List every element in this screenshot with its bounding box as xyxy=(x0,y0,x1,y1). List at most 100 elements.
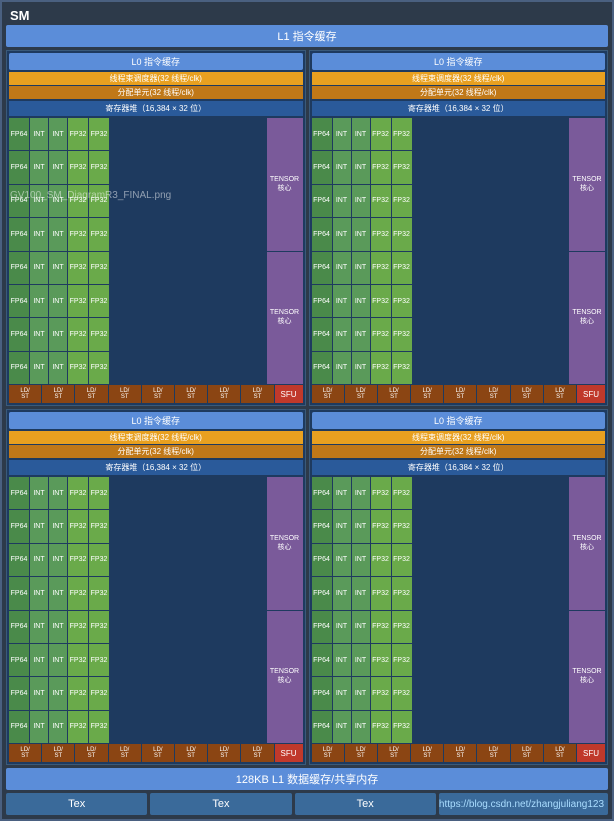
q3-tensor-1: TENSOR核心 xyxy=(267,477,303,610)
ldst-cell: LD/ST xyxy=(42,385,74,403)
fp64-cell: FP64 xyxy=(9,285,29,317)
int-cell: INT xyxy=(30,118,48,150)
sm-title: SM xyxy=(6,6,608,25)
fp32-cell: FP32 xyxy=(89,318,109,350)
q3-dispatch: 分配单元(32 线程/clk) xyxy=(9,445,303,458)
q1-row-5: FP64 INT INT FP32 FP32 xyxy=(9,252,266,284)
int-cell: INT xyxy=(49,118,67,150)
fp64-cell: FP64 xyxy=(9,352,29,384)
int-cell: INT xyxy=(30,252,48,284)
fp64-cell: FP64 xyxy=(9,318,29,350)
fp32-cell: FP32 xyxy=(89,218,109,250)
int-cell: INT xyxy=(30,185,48,217)
fp32-cell: FP32 xyxy=(89,151,109,183)
q3-warp-scheduler: 线程束调度器(32 线程/clk) xyxy=(9,431,303,444)
int-cell: INT xyxy=(30,318,48,350)
q1-row-8: FP64 INT INT FP32 FP32 xyxy=(9,352,266,384)
int-cell: INT xyxy=(49,285,67,317)
q1-register-file: 寄存器堆（16,384 × 32 位） xyxy=(9,101,303,116)
q4-warp-scheduler: 线程束调度器(32 线程/clk) xyxy=(312,431,606,444)
int-cell: INT xyxy=(49,185,67,217)
fp32-cell: FP32 xyxy=(68,118,88,150)
q3-register-file: 寄存器堆（16,384 × 32 位） xyxy=(9,460,303,475)
int-cell: INT xyxy=(49,151,67,183)
q2-compute-area: FP64 INT INT FP32 FP32 FP64 INT INT FP32… xyxy=(312,118,606,403)
q4-compute-area: FP64 INT INT FP32 FP32 FP64 INT INT FP32… xyxy=(312,477,606,762)
fp32-cell: FP32 xyxy=(89,118,109,150)
fp32-cell: FP32 xyxy=(68,218,88,250)
tex-bar-3: Tex xyxy=(295,793,436,815)
tex-bar-row: Tex Tex Tex https://blog.csdn.net/zhangj… xyxy=(6,793,608,815)
q4-tensor-1: TENSOR核心 xyxy=(569,477,605,610)
q4-tensor-2: TENSOR核心 xyxy=(569,611,605,744)
fp64-cell: FP64 xyxy=(9,118,29,150)
q2-warp-scheduler: 线程束调度器(32 线程/clk) xyxy=(312,72,606,85)
ldst-cell: LD/ST xyxy=(109,385,141,403)
int-cell: INT xyxy=(30,285,48,317)
int-cell: INT xyxy=(30,218,48,250)
fp32-cell: FP32 xyxy=(68,285,88,317)
q3-sfu: SFU xyxy=(275,744,303,762)
fp32-cell: FP32 xyxy=(89,185,109,217)
fp32-cell: FP32 xyxy=(68,151,88,183)
q2-register-file: 寄存器堆（16,384 × 32 位） xyxy=(312,101,606,116)
quadrant-1: L0 指令缓存 线程束调度器(32 线程/clk) 分配单元(32 线程/clk… xyxy=(6,50,306,406)
q3-compute-area: FP64 INT INT FP32 FP32 FP64 INT INT FP32… xyxy=(9,477,303,762)
fp32-cell: FP32 xyxy=(68,185,88,217)
q4-l0-cache: L0 指令缓存 xyxy=(312,412,606,429)
q1-compute-area: FP64 INT INT FP32 FP32 FP64 INT INT FP32… xyxy=(9,118,303,403)
q3-tensor-2: TENSOR核心 xyxy=(267,611,303,744)
fp64-cell: FP64 xyxy=(9,218,29,250)
ldst-cell: LD/ST xyxy=(75,385,107,403)
quadrant-3: L0 指令缓存 线程束调度器(32 线程/clk) 分配单元(32 线程/clk… xyxy=(6,409,306,765)
fp64-cell: FP64 xyxy=(9,151,29,183)
q2-tensor-2: TENSOR核心 xyxy=(569,252,605,385)
fp32-cell: FP32 xyxy=(89,252,109,284)
q1-ldst-row: LD/ST LD/ST LD/ST LD/ST LD/ST LD/ST LD/S… xyxy=(9,385,303,403)
q1-row-6: FP64 INT INT FP32 FP32 xyxy=(9,285,266,317)
l1-cache-bar: L1 指令缓存 xyxy=(6,25,608,47)
fp32-cell: FP32 xyxy=(68,352,88,384)
q2-tensor-1: TENSOR核心 xyxy=(569,118,605,251)
int-cell: INT xyxy=(30,352,48,384)
tex-bar-2: Tex xyxy=(150,793,291,815)
q1-l0-cache: L0 指令缓存 xyxy=(9,53,303,70)
q1-row-1: FP64 INT INT FP32 FP32 xyxy=(9,118,266,150)
url-bar: https://blog.csdn.net/zhangjuliang123 xyxy=(439,793,608,815)
int-cell: INT xyxy=(49,352,67,384)
q2-l0-cache: L0 指令缓存 xyxy=(312,53,606,70)
fp64-cell: FP64 xyxy=(9,252,29,284)
ldst-cell: LD/ST xyxy=(142,385,174,403)
q1-row-3: FP64 INT INT FP32 FP32 xyxy=(9,185,266,217)
ldst-cell: LD/ST xyxy=(241,385,273,403)
four-quadrants: L0 指令缓存 线程束调度器(32 线程/clk) 分配单元(32 线程/clk… xyxy=(6,50,608,765)
quadrant-2: L0 指令缓存 线程束调度器(32 线程/clk) 分配单元(32 线程/clk… xyxy=(309,50,609,406)
int-cell: INT xyxy=(49,218,67,250)
int-cell: INT xyxy=(30,151,48,183)
fp32-cell: FP32 xyxy=(68,252,88,284)
fp32-cell: FP32 xyxy=(89,352,109,384)
q1-tensor-1: TENSOR核心 xyxy=(267,118,303,251)
sm-container: SM L1 指令缓存 L0 指令缓存 线程束调度器(32 线程/clk) 分配单… xyxy=(0,0,614,821)
q1-dispatch: 分配单元(32 线程/clk) xyxy=(9,86,303,99)
fp64-cell: FP64 xyxy=(9,185,29,217)
q4-sfu: SFU xyxy=(577,744,605,762)
q1-sfu: SFU xyxy=(275,385,303,403)
ldst-cell: LD/ST xyxy=(175,385,207,403)
q1-row-2: FP64 INT INT FP32 FP32 xyxy=(9,151,266,183)
fp32-cell: FP32 xyxy=(89,285,109,317)
q4-register-file: 寄存器堆（16,384 × 32 位） xyxy=(312,460,606,475)
q1-tensor-2: TENSOR核心 xyxy=(267,252,303,385)
q2-ldst-row: LD/ST LD/ST LD/ST LD/ST LD/ST LD/ST LD/S… xyxy=(312,385,606,403)
tex-bar-1: Tex xyxy=(6,793,147,815)
ldst-cell: LD/ST xyxy=(208,385,240,403)
l1-data-cache: 128KB L1 数据缓存/共享内存 xyxy=(6,768,608,790)
q1-row-7: FP64 INT INT FP32 FP32 xyxy=(9,318,266,350)
quadrant-4: L0 指令缓存 线程束调度器(32 线程/clk) 分配单元(32 线程/clk… xyxy=(309,409,609,765)
q4-ldst-row: LD/ST LD/ST LD/ST LD/ST LD/ST LD/ST LD/S… xyxy=(312,744,606,762)
int-cell: INT xyxy=(49,252,67,284)
q3-l0-cache: L0 指令缓存 xyxy=(9,412,303,429)
q1-warp-scheduler: 线程束调度器(32 线程/clk) xyxy=(9,72,303,85)
q3-ldst-row: LD/ST LD/ST LD/ST LD/ST LD/ST LD/ST LD/S… xyxy=(9,744,303,762)
fp32-cell: FP32 xyxy=(68,318,88,350)
